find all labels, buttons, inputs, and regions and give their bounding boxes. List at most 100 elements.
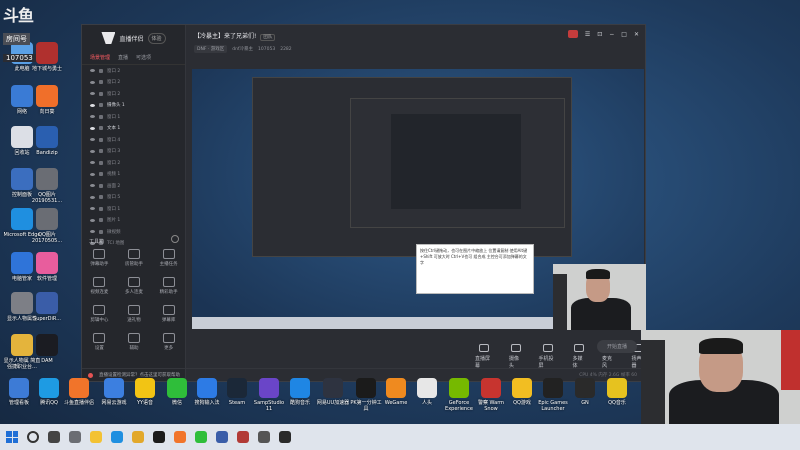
phone-cast-button[interactable]: 手机投屏 [539,343,557,369]
desktop-icon[interactable]: PK第一分钟工具 [349,378,383,412]
edge-icon[interactable] [111,431,123,443]
desktop-icon[interactable]: SuperDiR... [27,292,67,322]
scene-item[interactable]: 图片 1 [82,215,185,227]
desktop-icon[interactable]: Epic Games Launcher [536,378,570,412]
tab-options[interactable]: 可选项 [136,51,151,64]
eye-icon[interactable] [90,138,95,142]
eye-icon[interactable] [90,195,95,199]
desktop-icon[interactable]: SampStudio 11 [252,378,286,412]
desktop-icon[interactable]: DAM [27,334,67,364]
eye-icon[interactable] [90,103,95,107]
room-title-text[interactable]: 【冷暴主】来了兄弟们! [194,33,256,40]
eye-icon[interactable] [90,69,95,73]
desktop-icon[interactable]: 管理看板 [2,378,36,406]
start-live-button[interactable]: 开始直播 [597,340,637,353]
scene-item[interactable]: 窗口 2 [82,65,185,77]
desktop-icon[interactable]: QQ游戏 [505,378,539,406]
tool-tasks[interactable]: 主播任务 [151,249,186,267]
tool-more[interactable]: 更多 [151,333,186,351]
scene-item[interactable]: 窗口 2 [82,157,185,169]
app-icon[interactable] [258,431,270,443]
tool-highlights[interactable]: 精彩助手 [151,277,186,295]
refresh-icon[interactable] [171,235,179,243]
tool-room-admin[interactable]: 房管助手 [117,249,152,267]
camera-button[interactable]: 摄像头 [509,343,523,369]
scene-item[interactable]: 窗口 1 [82,111,185,123]
eye-icon[interactable] [90,207,95,211]
menu-icon[interactable]: ☰ [585,31,590,38]
multimedia-button[interactable]: 多媒体 [573,343,587,369]
eye-icon[interactable] [90,161,95,165]
desktop-icon[interactable]: GN [568,378,602,406]
desktop-icon[interactable]: Bandizip [27,126,67,156]
scene-item[interactable]: 摄像头 1 [82,100,185,112]
scene-item[interactable]: 窗口 2 [82,88,185,100]
close-icon[interactable]: ✕ [634,31,639,38]
desktop-icon[interactable]: GeForce Experience [442,378,476,412]
desktop-icon[interactable]: WeGame [379,378,413,406]
eye-icon[interactable] [90,149,95,153]
desktop-icon[interactable]: 网易UU加速器 [316,378,350,406]
folder-icon[interactable] [90,431,102,443]
desktop-icon[interactable]: Steam [220,378,254,406]
eye-icon[interactable] [90,92,95,96]
eye-icon[interactable] [90,115,95,119]
screen-capture-button[interactable]: 直播屏幕 [475,343,493,369]
desktop-icon[interactable]: 斗鱼直播伴侣 [62,378,96,406]
desktop-icon[interactable]: QQ图片 20190531... [27,168,67,204]
desktop-icon[interactable]: 警察 Warm Snow [474,378,508,412]
scene-item[interactable]: 窗口 3 [82,146,185,158]
start-icon[interactable] [6,431,18,443]
scene-item[interactable]: 窗口 4 [82,134,185,146]
eye-icon[interactable] [90,230,95,234]
scene-item[interactable]: 窗口 5 [82,192,185,204]
scene-item[interactable]: 窗口 2 [82,77,185,89]
search-icon[interactable] [27,431,39,443]
tool-assist[interactable]: 辅助 [117,333,152,351]
eye-icon[interactable] [90,126,95,130]
scene-item[interactable]: 微视频 [82,226,185,238]
desktop-icon[interactable]: 人头 [410,378,444,406]
desktop-icon[interactable]: 向日葵 [27,85,67,115]
task-view-icon[interactable] [48,431,60,443]
tab-live[interactable]: 直播 [118,51,128,64]
pin-icon[interactable]: ⊡ [597,31,602,38]
desktop-icon[interactable]: 微信 [160,378,194,406]
douyu-icon[interactable] [174,431,186,443]
tool-gift[interactable]: 送礼物 [117,305,152,323]
scene-item[interactable]: 视频 1 [82,169,185,181]
minimize-icon[interactable]: − [609,31,614,38]
eye-icon[interactable] [90,184,95,188]
desktop-icon[interactable]: 搜狗输入法 [190,378,224,406]
tool-multi-link[interactable]: 多人连麦 [117,277,152,295]
desktop-icon[interactable]: 网易云游戏 [97,378,131,406]
desktop-icon[interactable]: 酷狗音乐 [283,378,317,406]
eye-icon[interactable] [90,80,95,84]
avatar[interactable] [567,30,578,38]
explorer-icon[interactable] [69,431,81,443]
app-icon[interactable] [153,431,165,443]
scene-item[interactable]: 画面 2 [82,180,185,192]
desktop-icon[interactable]: QQ音乐 [600,378,634,406]
app-icon[interactable] [132,431,144,443]
app-icon[interactable] [216,431,228,443]
desktop-icon[interactable]: YY语音 [128,378,162,406]
tool-edit[interactable]: 剪辑中心 [82,305,117,323]
tool-settings[interactable]: 设置 [82,333,117,351]
desktop-icon[interactable]: 软件管理 [27,252,67,282]
scene-item[interactable]: 文本 1 [82,123,185,135]
tool-barrage-lib[interactable]: 弹幕库 [151,305,186,323]
eye-icon[interactable] [90,218,95,222]
app-icon[interactable] [237,431,249,443]
category-chip[interactable]: DNF · 游戏区 [194,45,228,53]
tool-barrage[interactable]: 弹幕助手 [82,249,117,267]
tab-scenes[interactable]: 场景管理 [90,51,110,64]
wechat-icon[interactable] [195,431,207,443]
maximize-icon[interactable]: □ [621,31,627,38]
scene-item[interactable]: 窗口 1 [82,203,185,215]
tool-video-link[interactable]: 视频连麦 [82,277,117,295]
desktop-icon[interactable]: QQ图片 20170505... [27,208,67,244]
desktop-icon[interactable]: 腾讯QQ [32,378,66,406]
eye-icon[interactable] [90,172,95,176]
app-icon[interactable] [279,431,291,443]
